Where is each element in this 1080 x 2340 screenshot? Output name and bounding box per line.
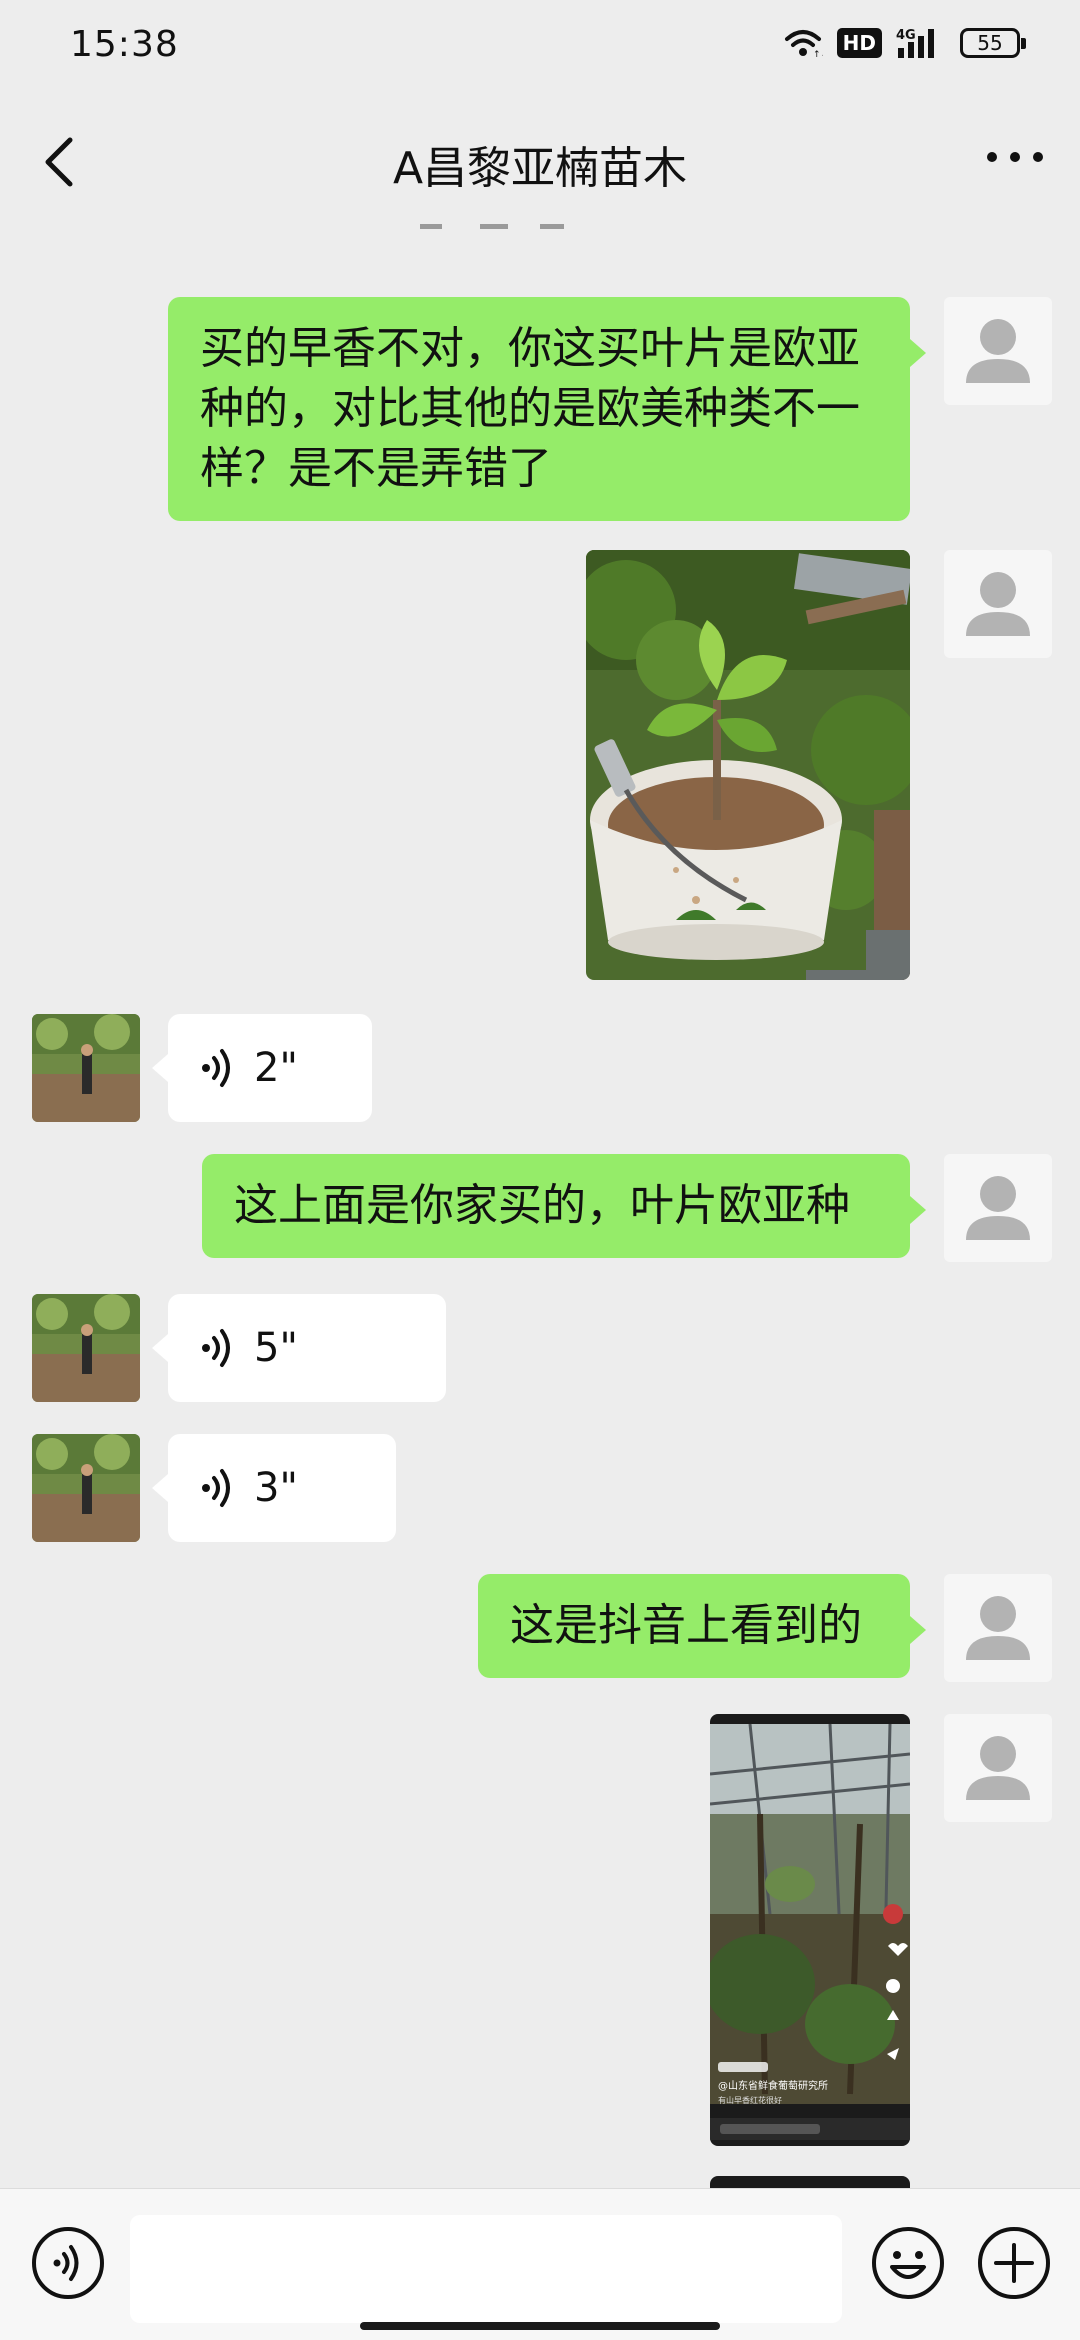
voice-message-bubble[interactable]: 2" xyxy=(152,1014,372,1122)
emoji-icon xyxy=(872,2227,944,2299)
my-avatar[interactable] xyxy=(944,1714,1052,1822)
plus-button[interactable] xyxy=(976,2225,1052,2301)
signal-4g-icon: 4G xyxy=(896,28,934,58)
home-indicator[interactable] xyxy=(360,2322,720,2330)
default-user-icon xyxy=(966,572,1030,636)
status-bar: 15:38 ↑↓ HD 4G 55 xyxy=(0,0,1080,96)
my-avatar[interactable] xyxy=(944,1154,1052,1262)
my-avatar[interactable] xyxy=(944,1574,1052,1682)
voice-message-bubble[interactable]: 3" xyxy=(152,1434,396,1542)
douyin-caption-title: @山东省鲜食葡萄研究所 xyxy=(718,2079,828,2092)
my-avatar[interactable] xyxy=(944,550,1052,658)
vineyard-avatar-image xyxy=(32,1294,140,1402)
my-text-bubble[interactable]: 买的早香不对，你这买叶片是欧亚种的，对比其他的是欧美种类不一样？是不是弄错了 xyxy=(168,297,926,521)
voice-input-icon xyxy=(32,2227,104,2299)
grape-seedling-photo xyxy=(586,550,910,980)
wifi-icon: ↑↓ xyxy=(784,30,823,59)
status-icons: ↑↓ HD 4G 55 xyxy=(783,26,1026,60)
default-user-icon xyxy=(966,1596,1030,1660)
douyin-screenshot-image: @山东省鲜食葡萄研究所 有山早香红花很好 xyxy=(710,1714,910,2146)
voice-input-button[interactable] xyxy=(30,2225,106,2301)
chat-input-bar xyxy=(0,2188,1080,2340)
voice-wave-icon xyxy=(202,1329,230,1367)
voice-duration: 2" xyxy=(254,1045,298,1091)
my-text-bubble[interactable]: 这是抖音上看到的 xyxy=(478,1574,926,1678)
message-text: 这上面是你家买的，叶片欧亚种 xyxy=(234,1180,850,1231)
message-input[interactable] xyxy=(130,2215,842,2323)
contact-avatar[interactable] xyxy=(32,1434,140,1542)
message-text: 这是抖音上看到的 xyxy=(510,1600,862,1651)
voice-message-bubble[interactable]: 5" xyxy=(152,1294,446,1402)
chat-header: A昌黎亚楠苗木 xyxy=(0,96,1080,226)
default-user-icon xyxy=(966,319,1030,383)
chat-title: A昌黎亚楠苗木 xyxy=(392,143,688,194)
emoji-button[interactable] xyxy=(870,2225,946,2301)
contact-avatar[interactable] xyxy=(32,1014,140,1122)
voice-duration: 3" xyxy=(254,1465,298,1511)
more-dots-icon xyxy=(987,152,1043,162)
svg-text:↑↓: ↑↓ xyxy=(813,50,823,59)
svg-text:4G: 4G xyxy=(896,28,916,43)
voice-duration: 5" xyxy=(254,1325,298,1371)
more-button[interactable] xyxy=(980,132,1050,182)
voice-wave-icon xyxy=(202,1049,230,1087)
default-user-icon xyxy=(966,1176,1030,1240)
battery-icon: 55 xyxy=(960,28,1026,58)
my-image-message[interactable] xyxy=(586,550,910,980)
my-avatar[interactable] xyxy=(944,297,1052,405)
voice-wave-icon xyxy=(202,1469,230,1507)
vineyard-avatar-image xyxy=(32,1434,140,1542)
douyin-caption-sub: 有山早香红花很好 xyxy=(718,2095,782,2105)
message-text: 买的早香不对，你这买叶片是欧亚种的，对比其他的是欧美种类不一样？是不是弄错了 xyxy=(200,323,860,494)
my-text-bubble[interactable]: 这上面是你家买的，叶片欧亚种 xyxy=(202,1154,926,1258)
vineyard-avatar-image xyxy=(32,1014,140,1122)
next-message-peek xyxy=(710,2176,910,2188)
status-time: 15:38 xyxy=(70,24,179,65)
contact-avatar[interactable] xyxy=(32,1294,140,1402)
my-image-message[interactable]: @山东省鲜食葡萄研究所 有山早香红花很好 xyxy=(710,1714,910,2146)
cutoff-message-fragment xyxy=(420,224,564,229)
hd-icon: HD xyxy=(836,28,882,58)
plus-icon xyxy=(978,2227,1050,2299)
default-user-icon xyxy=(966,1736,1030,1800)
